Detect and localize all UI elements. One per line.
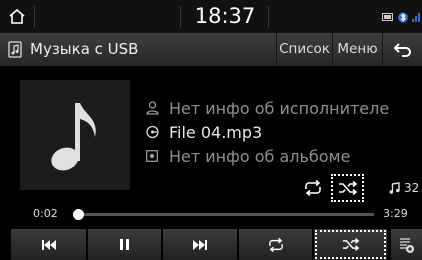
page-title: Музыка с USB [30,40,139,58]
track-count: 32 [389,180,419,196]
status-icons [382,10,420,24]
music-note-icon [51,103,96,171]
shuffle-icon [342,238,359,251]
battery-icon [382,13,393,21]
track-count-value: 32 [404,181,420,195]
album-art [20,80,130,190]
menu-button[interactable]: Меню [332,33,382,66]
elapsed-time: 0:02 [33,207,58,220]
progress-bar[interactable] [72,209,374,220]
file-name: File 04.mp3 [169,122,263,142]
back-arrow-icon [393,42,411,57]
status-bar: 18:37 [0,0,422,33]
file-icon [145,125,159,139]
divider [34,6,35,27]
repeat-icon [305,180,321,196]
artist-row: Нет инфо об исполнителе [145,97,389,119]
prev-track-icon [41,239,56,250]
list-button[interactable]: Список [276,33,332,66]
playlist-button[interactable] [391,229,422,260]
album-row: Нет инфо об альбоме [145,145,350,167]
total-time: 3:29 [383,207,408,220]
pause-icon [120,239,129,250]
divider [268,6,269,27]
progress-knob[interactable] [72,209,84,220]
repeat-icon [268,237,283,252]
next-track-button[interactable] [163,229,237,260]
home-icon [9,8,25,24]
home-button[interactable] [0,0,34,33]
file-row: File 04.mp3 [145,121,262,143]
signal-icon [412,13,420,22]
album-text: Нет инфо об альбоме [169,146,351,166]
playlist-icon [399,237,414,253]
person-icon [145,101,159,115]
previous-track-button[interactable] [11,229,86,260]
music-note-icon [389,182,400,194]
bluetooth-icon [398,12,408,22]
artist-text: Нет инфо об исполнителе [169,98,390,118]
usb-music-icon [8,41,22,58]
pause-button[interactable] [88,229,161,260]
title-bar: Музыка с USB Список Меню [0,33,422,66]
clock: 18:37 [194,4,256,28]
repeat-button[interactable] [239,229,312,260]
playback-controls [0,229,422,260]
shuffle-button[interactable] [314,229,387,260]
back-button[interactable] [382,33,422,66]
album-icon [145,149,159,163]
shuffle-icon [338,181,357,195]
shuffle-mode-indicator [331,174,364,202]
next-track-icon [193,239,207,250]
divider [180,6,181,27]
